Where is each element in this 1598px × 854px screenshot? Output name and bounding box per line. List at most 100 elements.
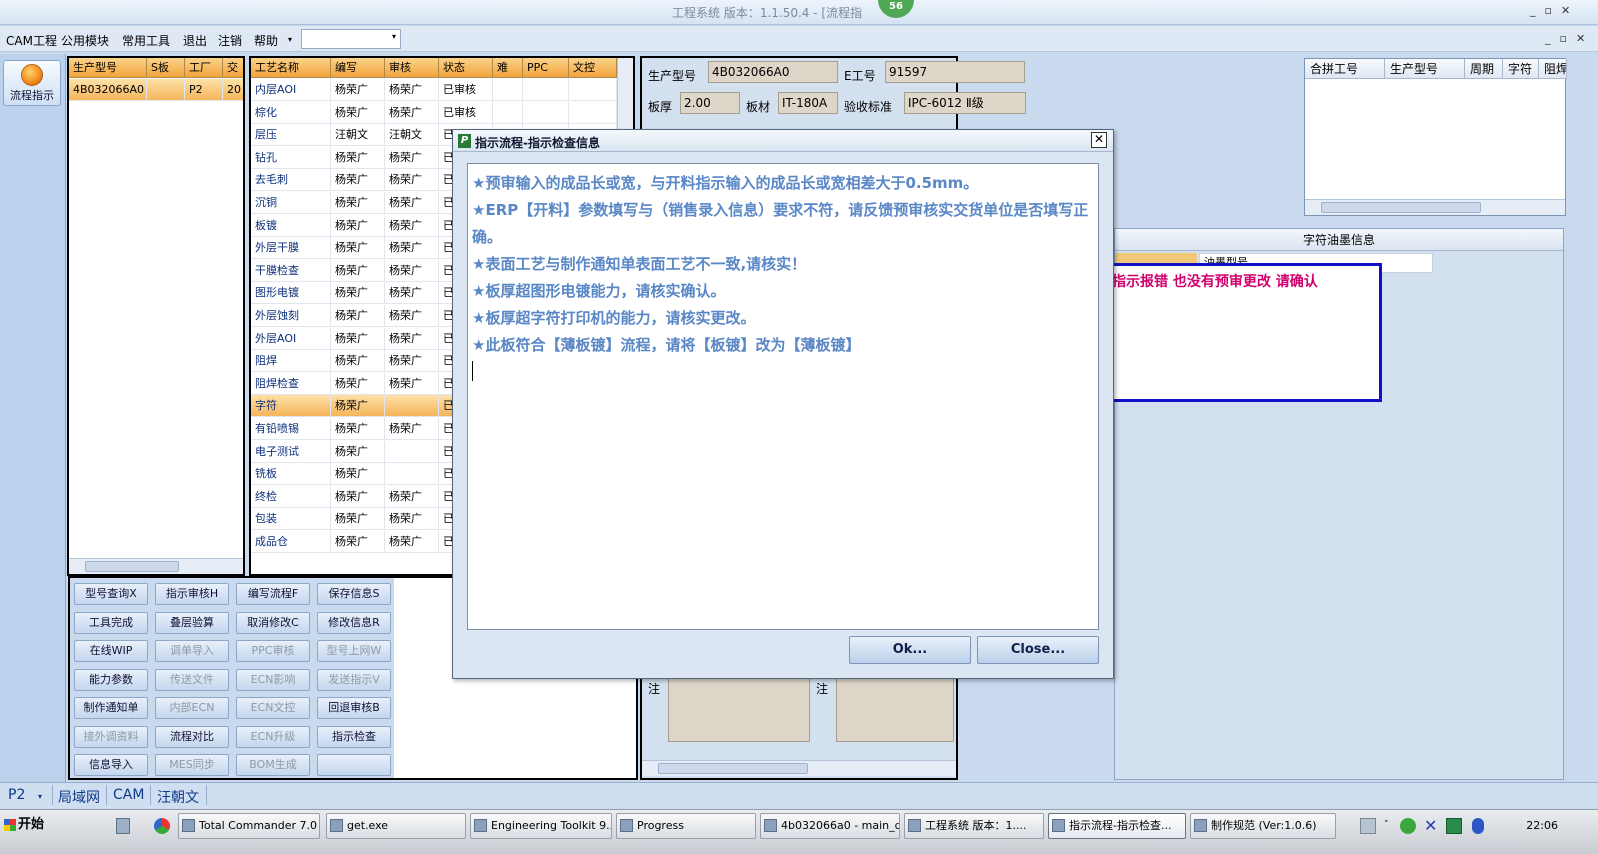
e-number-field[interactable]: 91597 [885,61,1025,83]
model-field[interactable]: 4B032066A0 [708,61,838,83]
taskbar-task[interactable]: Progress [616,813,756,839]
tray-keyboard-icon[interactable] [1360,818,1376,834]
action-button[interactable]: ECN影响 [236,668,310,691]
col-status[interactable]: 状态 [439,58,493,78]
menu-exit[interactable]: 退出 [183,32,207,49]
table-row[interactable]: 4B032066A0 P2 20 [69,79,243,101]
tray-x-icon[interactable]: ✕ [1424,816,1437,835]
scroll-thumb[interactable] [658,763,808,774]
taskbar-task[interactable]: 工程系统 版本：1.... [904,813,1044,839]
action-button[interactable]: ECN升级 [236,725,310,748]
col-ppc[interactable]: PPC [523,58,569,78]
mdi-close-icon[interactable]: ✕ [1576,32,1585,45]
start-button[interactable]: 开始 [2,813,48,839]
action-button[interactable]: 叠层验算 [155,611,229,634]
action-button[interactable]: 信息导入 [74,754,148,776]
note-field-2[interactable] [836,678,954,742]
col-doc-control[interactable]: 文控 [569,58,617,78]
notification-badge[interactable]: 56 [878,0,914,18]
message-area[interactable]: ★预审输入的成品长或宽，与开料指示输入的成品长或宽相差大于0.5mm。 ★ERP【… [467,163,1099,630]
action-button[interactable]: 型号查询X [74,583,148,605]
col-reviewer[interactable]: 审核 [385,58,439,78]
tray-app-icon[interactable] [1446,818,1462,834]
taskbar-task[interactable]: 4b032066a0 - main_qa [760,813,900,839]
action-button[interactable]: PPC审核 [236,640,310,662]
action-button[interactable]: 指示审核H [155,583,229,605]
action-button[interactable]: 发送指示V [317,668,391,691]
action-button[interactable]: ECN文控 [236,697,310,719]
menu-tools[interactable]: 常用工具 [122,32,170,49]
col-difficulty[interactable]: 难 [493,58,523,78]
col-process-name[interactable]: 工艺名称 [251,58,331,78]
toolbar-combo[interactable]: ▾ [301,29,401,49]
thickness-field[interactable]: 2.00 [680,92,740,114]
action-button[interactable]: MES同步 [155,754,229,776]
action-button[interactable]: 保存信息S [317,583,391,605]
action-button[interactable]: 接外调资料 [74,725,148,748]
col-cycle[interactable]: 周期 [1465,59,1503,79]
minimize-icon[interactable]: _ [1530,4,1536,17]
desktop-icon[interactable] [116,818,130,834]
col-legend[interactable]: 字符 [1503,59,1539,79]
taskbar-task[interactable]: Engineering Toolkit 9.... [470,813,612,839]
note-field-1[interactable] [668,678,810,742]
action-button[interactable] [317,754,391,776]
taskbar-task[interactable]: Total Commander 7.0 ... [178,813,320,839]
col-solder-mask[interactable]: 阻焊 [1539,59,1567,79]
action-button[interactable]: 编写流程F [236,583,310,605]
table-row[interactable]: 棕化 杨荣广 杨荣广 已审核 [251,101,617,124]
action-button[interactable]: 指示检查 [317,725,391,748]
menu-help[interactable]: 帮助 [254,32,278,49]
tray-expand-icon[interactable]: ˄ [1384,820,1389,830]
col-factory[interactable]: 工厂 [185,58,223,78]
plant-selector[interactable]: P2 [8,787,25,803]
close-icon[interactable]: ✕ [1091,132,1107,148]
action-button[interactable]: 制作通知单 [74,697,148,719]
menu-cam[interactable]: CAM工程 [6,32,57,49]
action-button[interactable]: 流程对比 [155,725,229,748]
col-author[interactable]: 编写 [331,58,385,78]
tray-add-icon[interactable] [1400,818,1416,834]
flow-indicator-button[interactable]: 流程指示 [3,60,61,106]
taskbar-task[interactable]: 制作规范 (Ver:1.0.6) [1190,813,1336,839]
material-field[interactable]: IT-180A [778,92,838,114]
job-grid-hscroll[interactable] [69,558,243,574]
col-model[interactable]: 生产型号 [69,58,147,78]
action-button[interactable]: 调单导入 [155,640,229,662]
action-button[interactable]: 取消修改C [236,611,310,634]
clock[interactable]: 22:06 [1526,819,1558,832]
action-button[interactable]: BOM生成 [236,754,310,776]
close-button[interactable]: Close... [977,636,1099,664]
mdi-minimize-icon[interactable]: _ [1545,32,1551,45]
action-button[interactable]: 型号上网W [317,640,391,662]
action-button[interactable]: 能力参数 [74,668,148,691]
table-row[interactable]: 内层AOI 杨荣广 杨荣广 已审核 [251,79,617,101]
col-merge-model[interactable]: 生产型号 [1385,59,1465,79]
ok-button[interactable]: Ok... [849,636,971,664]
scroll-thumb[interactable] [85,561,179,572]
quicklaunch-icon[interactable] [154,818,170,834]
form-hscroll[interactable] [642,760,956,776]
action-button[interactable]: 内部ECN [155,697,229,719]
taskbar-task[interactable]: 指示流程-指示检查... [1048,813,1186,839]
close-icon[interactable]: ✕ [1561,4,1570,17]
action-button[interactable]: 在线WIP [74,640,148,662]
col-merge-job[interactable]: 合拼工号 [1305,59,1385,79]
menu-public-module[interactable]: 公用模块 [61,32,109,49]
taskbar-task[interactable]: get.exe [326,813,466,839]
chevron-down-icon[interactable]: ▾ [38,792,42,801]
restore-icon[interactable]: ▫ [1545,4,1552,17]
action-button[interactable]: 修改信息R [317,611,391,634]
mdi-restore-icon[interactable]: ▫ [1560,32,1567,45]
menu-dropdown-icon[interactable]: ▾ [288,35,292,44]
menu-logout[interactable]: 注销 [218,32,242,49]
col-delivery[interactable]: 交 [223,58,243,78]
col-s-board[interactable]: S板 [147,58,185,78]
action-button[interactable]: 传送文件 [155,668,229,691]
bluetooth-icon[interactable] [1472,818,1484,834]
action-button[interactable]: 工具完成 [74,611,148,634]
scroll-thumb[interactable] [1321,202,1481,213]
merge-grid-hscroll[interactable] [1305,199,1565,215]
standard-field[interactable]: IPC-6012 Ⅱ级 [904,92,1026,114]
action-button[interactable]: 回退审核B [317,697,391,719]
